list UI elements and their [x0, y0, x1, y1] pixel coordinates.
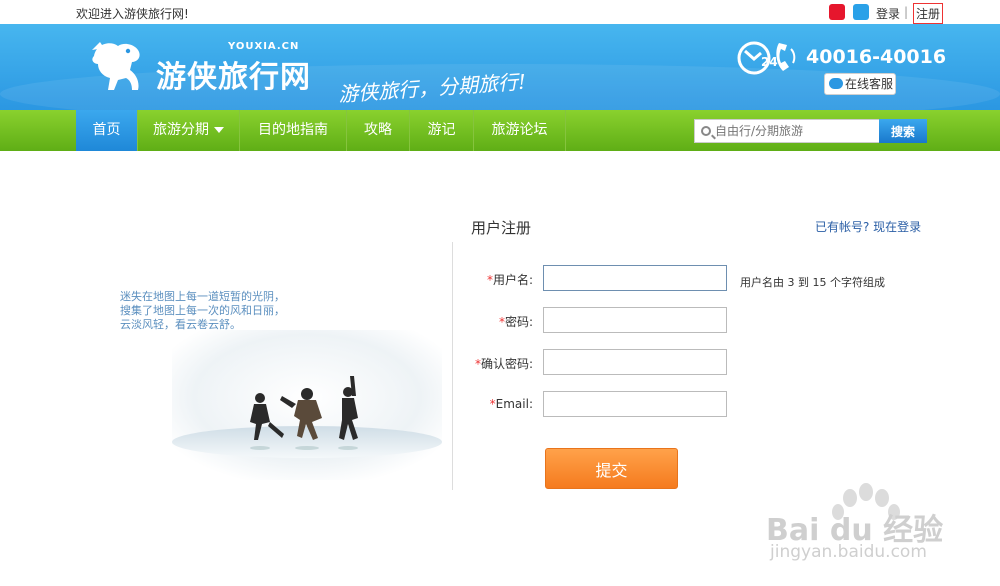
welcome-text: 欢迎进入游侠旅行网! [76, 7, 189, 21]
register-link[interactable]: 注册 [913, 3, 944, 24]
nav-item-destination-guide[interactable]: 目的地指南 [240, 110, 347, 151]
top-bar: 欢迎进入游侠旅行网! 登录 | 注册 [0, 0, 1000, 24]
main-nav: 首页 旅游分期 目的地指南 攻略 游记 旅游论坛 搜索 [0, 110, 1000, 151]
submit-button[interactable]: 提交 [545, 448, 678, 489]
horse-logo-icon[interactable] [84, 36, 152, 96]
separator: | [904, 5, 909, 19]
form-title: 用户注册 [471, 219, 532, 237]
logo-text[interactable]: 游侠旅行网 [156, 52, 311, 96]
nav-item-travelogue[interactable]: 游记 [410, 110, 474, 151]
watermark-url: jingyan.baidu.com [770, 542, 927, 562]
nav-item-home[interactable]: 首页 [76, 110, 138, 151]
nav-item-strategy[interactable]: 攻略 [347, 110, 410, 151]
login-now-link[interactable]: 已有帐号? 现在登录 [815, 218, 921, 235]
password-label: *密码: [498, 315, 533, 329]
logo-domain: YOUXIA.CN [228, 41, 300, 52]
phone-badge: 24 [761, 55, 778, 69]
online-service-label: 在线客服 [845, 77, 894, 91]
search-icon [701, 126, 711, 136]
phone-24h-icon: 24 [737, 41, 796, 75]
email-input[interactable] [543, 391, 727, 417]
search-button[interactable]: 搜索 [879, 119, 927, 143]
beach-photo [172, 330, 442, 480]
username-hint: 用户名由 3 到 15 个字符组成 [740, 276, 885, 289]
email-label: *Email: [489, 397, 533, 411]
chevron-down-icon [214, 127, 224, 133]
site-header: YOUXIA.CN 游侠旅行网 游侠旅行，分期旅行! 24 40016-4001… [0, 24, 1000, 110]
nav-item-forum[interactable]: 旅游论坛 [474, 110, 566, 151]
nav-item-installment[interactable]: 旅游分期 [138, 110, 240, 151]
username-input[interactable] [543, 265, 727, 291]
confirm-password-label: *确认密码: [474, 357, 533, 371]
promo-text: 迷失在地图上每一道短暂的光阴， 搜集了地图上每一次的风和日丽， 云淡风轻，看云卷… [120, 290, 285, 331]
chat-icon [829, 78, 843, 89]
search-input[interactable] [715, 122, 875, 140]
search-box [694, 119, 880, 143]
online-service-button[interactable]: 在线客服 [824, 73, 896, 95]
confirm-password-input[interactable] [543, 349, 727, 375]
username-label: *用户名: [486, 273, 533, 287]
password-input[interactable] [543, 307, 727, 333]
phone-number: 40016-40016 [806, 46, 947, 68]
weibo-icon[interactable] [829, 4, 845, 20]
qq-icon[interactable] [853, 4, 869, 20]
login-link[interactable]: 登录 [876, 5, 900, 22]
